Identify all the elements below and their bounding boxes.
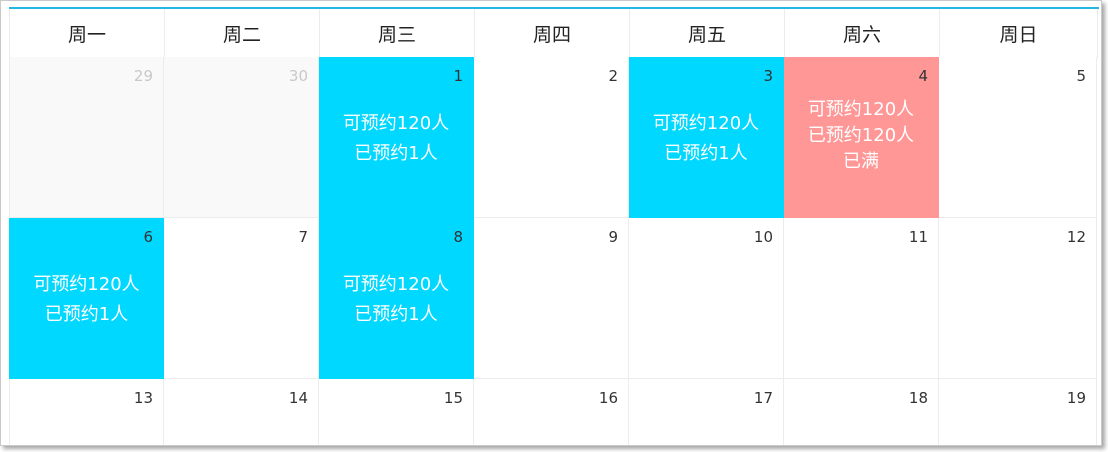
booking-info-line: 已预约120人 <box>807 125 915 146</box>
day-number: 4 <box>918 67 928 85</box>
booking-info-line: 已预约1人 <box>664 143 748 164</box>
day-number: 29 <box>133 67 153 85</box>
booking-info-line: 可预约120人 <box>342 274 450 295</box>
weekday-fri: 周五 <box>630 9 785 57</box>
calendar-day-cell[interactable]: 13 <box>9 379 164 445</box>
day-number: 8 <box>453 228 463 246</box>
weekday-mon: 周一 <box>10 9 165 57</box>
calendar-day-cell[interactable]: 12 <box>939 218 1097 379</box>
calendar-day-cell[interactable]: 18 <box>784 379 939 445</box>
booking-info: 可预约120人 已预约120人 已满 <box>784 97 938 175</box>
calendar-week-row: 6 可预约120人 已预约1人 7 8 可预约120人 已预约1人 9 10 11 12 <box>9 218 1097 379</box>
day-number: 13 <box>133 389 153 407</box>
calendar-day-cell[interactable]: 17 <box>629 379 784 445</box>
booking-info-line: 已预约1人 <box>44 304 129 325</box>
booking-info: 可预约120人 已预约1人 <box>319 109 473 169</box>
booking-info-line: 可预约120人 <box>652 113 760 134</box>
calendar-day-cell[interactable]: 6 可预约120人 已预约1人 <box>9 218 164 379</box>
booking-info-line: 已预约1人 <box>354 143 438 164</box>
weekday-thu: 周四 <box>475 9 630 57</box>
day-number: 19 <box>1066 389 1086 407</box>
calendar-window: 周一 周二 周三 周四 周五 周六 周日 29 30 1 可预约120人 已预约1人 2 3… <box>0 0 1102 446</box>
day-number: 12 <box>1066 228 1086 246</box>
calendar-day-cell[interactable]: 2 <box>474 57 629 218</box>
day-number: 3 <box>763 67 773 85</box>
weekday-wed: 周三 <box>320 9 475 57</box>
day-number: 15 <box>443 389 463 407</box>
day-number: 16 <box>598 389 618 407</box>
calendar-day-cell[interactable]: 1 可预约120人 已预约1人 <box>319 57 474 218</box>
weekday-tue: 周二 <box>165 9 320 57</box>
day-number: 18 <box>908 389 928 407</box>
calendar-day-cell[interactable]: 11 <box>784 218 939 379</box>
calendar-day-cell[interactable]: 19 <box>939 379 1097 445</box>
calendar-day-cell[interactable]: 7 <box>164 218 319 379</box>
day-number: 14 <box>288 389 308 407</box>
booking-info-line: 可预约120人 <box>342 113 450 134</box>
day-number: 30 <box>288 67 308 85</box>
day-number: 17 <box>753 389 773 407</box>
calendar-week-row: 29 30 1 可预约120人 已预约1人 2 3 可预约120人 已预约1人 4 可预约120人已… <box>9 57 1097 218</box>
weekday-sun: 周日 <box>940 9 1098 57</box>
calendar-grid: 29 30 1 可预约120人 已预约1人 2 3 可预约120人 已预约1人 4 可预约120人已… <box>9 57 1097 445</box>
day-number: 7 <box>298 228 308 246</box>
calendar-day-cell[interactable]: 10 <box>629 218 784 379</box>
calendar-day-cell[interactable]: 30 <box>164 57 319 218</box>
calendar-day-cell[interactable]: 15 <box>319 379 474 445</box>
calendar-day-cell[interactable]: 14 <box>164 379 319 445</box>
day-number: 10 <box>753 228 773 246</box>
booking-info: 可预约120人 已预约1人 <box>319 270 473 330</box>
calendar-day-cell[interactable]: 29 <box>9 57 164 218</box>
calendar-day-cell[interactable]: 9 <box>474 218 629 379</box>
calendar-day-cell[interactable]: 8 可预约120人 已预约1人 <box>319 218 474 379</box>
booking-info: 可预约120人 已预约1人 <box>10 270 163 330</box>
calendar-day-cell[interactable]: 4 可预约120人 已预约120人 已满 <box>784 57 939 218</box>
booking-info-line: 可预约120人 <box>807 99 915 120</box>
day-number: 5 <box>1076 67 1086 85</box>
booking-info-line: 已预约1人 <box>354 304 438 325</box>
weekday-sat: 周六 <box>785 9 940 57</box>
day-number: 2 <box>608 67 618 85</box>
day-number: 1 <box>453 67 463 85</box>
booking-info-line: 可预约120人 <box>33 274 140 295</box>
day-number: 11 <box>908 228 928 246</box>
calendar-day-cell[interactable]: 5 <box>939 57 1097 218</box>
day-number: 9 <box>608 228 618 246</box>
calendar-day-cell[interactable]: 3 可预约120人 已预约1人 <box>629 57 784 218</box>
calendar-week-row: 13 14 15 16 17 18 19 <box>9 379 1097 445</box>
day-number: 6 <box>143 228 153 246</box>
calendar-day-cell[interactable]: 16 <box>474 379 629 445</box>
booking-info-line: 已满 <box>843 151 879 172</box>
booking-info: 可预约120人 已预约1人 <box>629 109 783 169</box>
weekday-header: 周一 周二 周三 周四 周五 周六 周日 <box>9 9 1098 58</box>
